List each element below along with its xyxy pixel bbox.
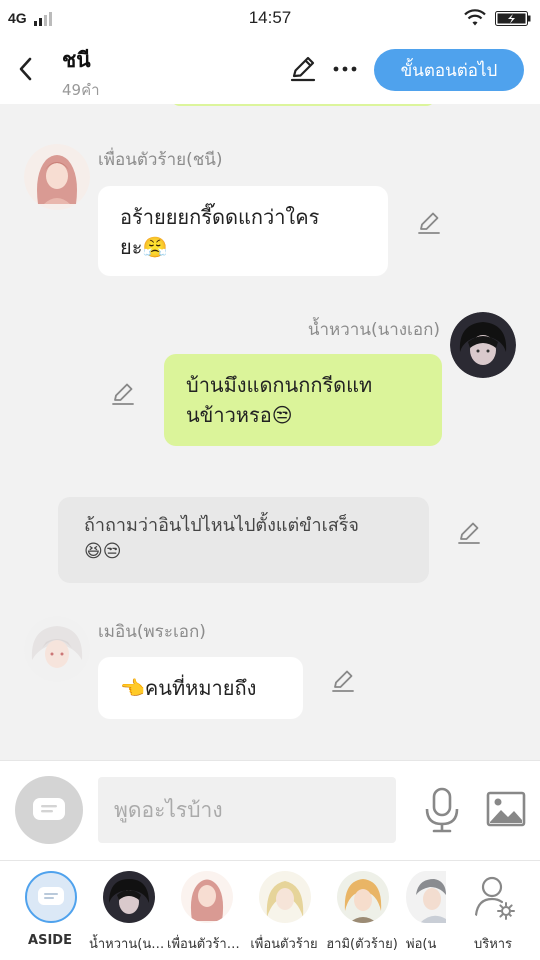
chat-title: ชนี xyxy=(62,48,91,72)
message-bubble[interactable]: 👈คนที่หมายถึง xyxy=(98,657,303,719)
avatar-image xyxy=(181,871,233,923)
character-hami[interactable]: ฮามิ(ตัวร้าย) xyxy=(323,871,401,959)
message-bubble[interactable]: อร้ายยยกรี๊ดดแกว่าใคร ยะ😤 xyxy=(98,186,388,276)
character-bar: ASIDE น้ำหวาน(นางเอก) เพื่อนตัวร้าย(ชนี) xyxy=(0,860,540,960)
character-avatar xyxy=(337,871,389,923)
more-dots-icon xyxy=(333,66,357,72)
word-count: 49คำ xyxy=(62,81,100,99)
message-input-bar: พูดอะไรบ้าง xyxy=(0,760,540,860)
narration-bubble[interactable]: ถ้าถามว่าอินไปไหนไปตั้งแต่ขำเสร็จ 😆😒 xyxy=(58,497,429,583)
chevron-left-icon xyxy=(19,57,32,81)
avatar-image xyxy=(406,871,446,923)
character-villain-friend[interactable]: เพื่อนตัวร้าย(ชนี) xyxy=(167,871,245,959)
manage-avatar xyxy=(468,871,520,923)
avatar-image xyxy=(24,144,90,210)
character-villain-friend-2[interactable]: เพื่อนตัวร้าย xyxy=(245,871,323,959)
battery-icon xyxy=(495,11,531,26)
sender-name: เพื่อนตัวร้าย(ชนี) xyxy=(98,150,223,170)
edit-message-icon[interactable] xyxy=(330,668,356,694)
avatar-image xyxy=(337,871,389,923)
next-step-button[interactable]: ขั้นตอนต่อไป xyxy=(374,49,524,91)
character-father[interactable]: พ่อ(น xyxy=(392,871,452,959)
avatar-villain-friend[interactable] xyxy=(24,144,90,210)
clock: 14:57 xyxy=(248,8,292,27)
status-bar: 4G 14:57 xyxy=(0,0,540,36)
character-label: ASIDE xyxy=(28,933,72,948)
chat-bubble-icon xyxy=(33,798,65,820)
aside-bubble-icon xyxy=(38,887,64,905)
image-icon[interactable] xyxy=(486,791,526,827)
chat-area[interactable]: เพื่อนตัวร้าย(ชนี) อร้ายยยกรี๊ดดแกว่าใคร… xyxy=(0,104,540,760)
character-avatar xyxy=(181,871,233,923)
edit-message-icon[interactable] xyxy=(416,210,442,236)
microphone-icon[interactable] xyxy=(422,787,462,833)
message-bubble[interactable]: บ้านมึงแดกนกกรีดแท นข้าวหรอ😒 xyxy=(164,354,442,446)
character-label: บริหาร xyxy=(473,937,513,952)
character-label: ฮามิ(ตัวร้าย) xyxy=(326,937,398,952)
message-input[interactable]: พูดอะไรบ้าง xyxy=(98,777,396,843)
avatar-image xyxy=(103,871,155,923)
avatar-image xyxy=(450,312,516,378)
chat-header: ชนี 49คำ ขั้นตอนต่อไป xyxy=(0,36,540,104)
avatar-image xyxy=(24,616,90,682)
character-label: เพื่อนตัวร้าย(ชนี) xyxy=(167,937,245,952)
avatar-heroine[interactable] xyxy=(450,312,516,378)
character-avatar xyxy=(406,871,446,923)
character-heroine[interactable]: น้ำหวาน(นางเอก) xyxy=(89,871,167,959)
aside-toggle-button[interactable] xyxy=(15,776,83,844)
edit-title-button[interactable] xyxy=(286,54,320,84)
aside-avatar xyxy=(25,871,77,923)
avatar-hero[interactable] xyxy=(24,616,90,682)
more-options-button[interactable] xyxy=(330,54,360,84)
previous-message-bubble[interactable] xyxy=(170,104,436,106)
character-avatar xyxy=(259,871,311,923)
character-label: น้ำหวาน(นางเอก) xyxy=(89,937,167,952)
character-label: พ่อ(น xyxy=(406,937,437,952)
manage-characters-button[interactable]: บริหาร xyxy=(454,871,532,959)
manage-characters-icon xyxy=(474,876,515,920)
character-label: เพื่อนตัวร้าย xyxy=(250,937,318,952)
wifi-icon xyxy=(464,9,486,26)
avatar-image xyxy=(259,871,311,923)
pencil-icon xyxy=(290,56,316,82)
edit-message-icon[interactable] xyxy=(110,381,136,407)
sender-name: เมอิน(พระเอก) xyxy=(98,622,206,642)
back-button[interactable] xyxy=(10,52,40,86)
character-aside[interactable]: ASIDE xyxy=(11,871,89,959)
edit-message-icon[interactable] xyxy=(456,520,482,546)
sender-name: น้ำหวาน(นางเอก) xyxy=(307,320,440,340)
character-avatar xyxy=(103,871,155,923)
